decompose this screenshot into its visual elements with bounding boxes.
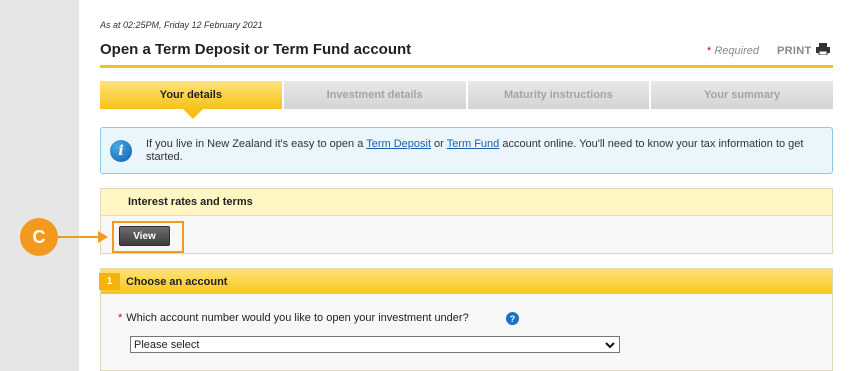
tab-maturity-instructions[interactable]: Maturity instructions <box>467 81 650 109</box>
chevron-down-icon <box>605 342 615 349</box>
account-select[interactable]: Please select <box>130 336 620 353</box>
info-message: i If you live in New Zealand it's easy t… <box>100 127 833 174</box>
print-link[interactable]: PRINT <box>777 45 812 57</box>
account-question-label: Which account number would you like to o… <box>126 312 469 324</box>
help-icon[interactable]: ? <box>506 312 519 325</box>
term-fund-link[interactable]: Term Fund <box>447 138 500 150</box>
tab-investment-details[interactable]: Investment details <box>283 81 466 109</box>
timestamp: As at 02:25PM, Friday 12 February 2021 <box>100 20 263 30</box>
step-number-badge: 1 <box>99 273 120 290</box>
info-icon: i <box>110 140 132 162</box>
interest-rates-panel: Interest rates and terms View <box>100 188 833 254</box>
choose-account-panel: 1 Choose an account * Which account numbe… <box>99 268 833 371</box>
wizard-tabs: Your details Investment details Maturity… <box>100 81 833 109</box>
info-text-start: If you live in New Zealand it's easy to … <box>146 138 367 150</box>
choose-account-header: 1 Choose an account <box>99 269 832 294</box>
term-deposit-link[interactable]: Term Deposit <box>366 138 431 150</box>
required-star: * <box>707 45 712 57</box>
info-text: If you live in New Zealand it's easy to … <box>146 138 806 164</box>
account-select-value: Please select <box>134 338 200 351</box>
annotation-arrow-icon <box>98 231 108 243</box>
interest-rates-heading: Interest rates and terms <box>101 189 832 216</box>
account-question: * Which account number would you like to … <box>118 312 469 324</box>
choose-account-heading: Choose an account <box>126 275 228 288</box>
page-title: Open a Term Deposit or Term Fund account <box>100 41 412 58</box>
required-label: Required <box>714 45 759 57</box>
tab-your-summary[interactable]: Your summary <box>651 81 833 109</box>
annotation-callout: C <box>20 218 58 256</box>
annotation-arrow-line <box>58 236 100 238</box>
printer-icon[interactable] <box>816 43 830 55</box>
required-legend: * Required <box>707 45 759 57</box>
title-divider <box>100 65 833 68</box>
required-star: * <box>118 312 123 324</box>
annotation-highlight-box <box>112 221 184 253</box>
tab-your-details[interactable]: Your details <box>100 81 282 109</box>
active-tab-pointer <box>183 109 203 119</box>
info-text-middle: or <box>431 138 447 150</box>
